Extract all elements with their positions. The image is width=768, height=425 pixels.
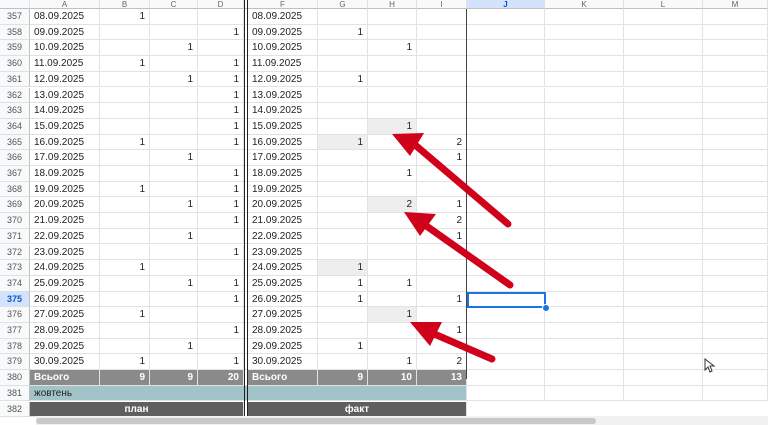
mouse-cursor-icon (704, 358, 716, 373)
red-arrow-icon (410, 322, 496, 363)
annotation-arrows (392, 133, 514, 363)
red-arrow-icon (404, 212, 514, 289)
red-arrow-icon (392, 133, 512, 228)
